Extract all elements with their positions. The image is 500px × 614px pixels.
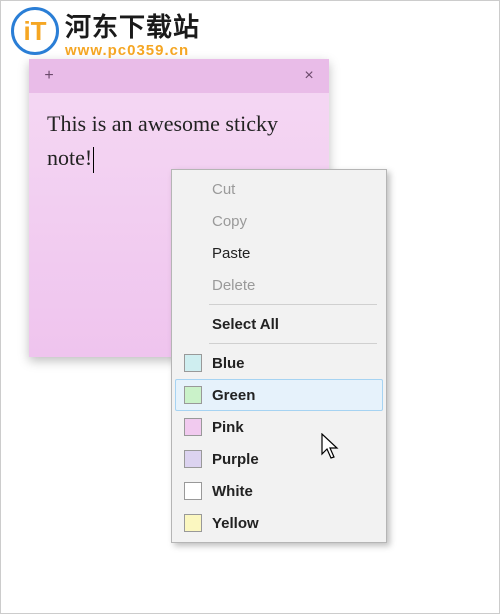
menu-item-color-purple[interactable]: Purple — [175, 443, 383, 475]
menu-item-paste[interactable]: Paste — [175, 237, 383, 269]
close-icon: × — [304, 67, 313, 85]
color-swatch-icon — [184, 514, 202, 532]
menu-label: Select All — [212, 316, 279, 333]
menu-label: Green — [212, 387, 255, 404]
color-swatch-icon — [184, 418, 202, 436]
menu-label: Paste — [212, 245, 250, 262]
site-logo-icon: iT — [11, 7, 59, 55]
menu-label: Blue — [212, 355, 245, 372]
menu-item-delete[interactable]: Delete — [175, 269, 383, 301]
menu-item-color-white[interactable]: White — [175, 475, 383, 507]
note-header[interactable]: + × — [29, 59, 329, 93]
text-caret — [93, 147, 94, 173]
context-menu[interactable]: Cut Copy Paste Delete Select All Blue Gre… — [171, 169, 387, 543]
menu-separator — [209, 304, 377, 305]
add-note-button[interactable]: + — [39, 66, 59, 86]
menu-label: Purple — [212, 451, 259, 468]
site-title: 河东下载站 — [65, 7, 200, 44]
logo-text: iT — [23, 18, 46, 44]
color-swatch-icon — [184, 354, 202, 372]
menu-label: Pink — [212, 419, 244, 436]
menu-label: Cut — [212, 181, 235, 198]
site-watermark: iT 河东下载站 www.pc0359.cn — [11, 7, 200, 59]
color-swatch-icon — [184, 482, 202, 500]
menu-label: Yellow — [212, 515, 259, 532]
menu-label: White — [212, 483, 253, 500]
menu-separator — [209, 343, 377, 344]
watermark-text: 河东下载站 www.pc0359.cn — [65, 7, 200, 59]
menu-label: Delete — [212, 277, 255, 294]
note-text: This is an awesome sticky note! — [47, 111, 278, 170]
menu-item-cut[interactable]: Cut — [175, 173, 383, 205]
site-url: www.pc0359.cn — [65, 42, 200, 59]
menu-item-color-blue[interactable]: Blue — [175, 347, 383, 379]
color-swatch-icon — [184, 450, 202, 468]
menu-label: Copy — [212, 213, 247, 230]
color-swatch-icon — [184, 386, 202, 404]
close-note-button[interactable]: × — [299, 66, 319, 86]
menu-item-select-all[interactable]: Select All — [175, 308, 383, 340]
menu-item-color-yellow[interactable]: Yellow — [175, 507, 383, 539]
menu-item-color-green[interactable]: Green — [175, 379, 383, 411]
menu-item-copy[interactable]: Copy — [175, 205, 383, 237]
menu-item-color-pink[interactable]: Pink — [175, 411, 383, 443]
plus-icon: + — [44, 67, 53, 85]
